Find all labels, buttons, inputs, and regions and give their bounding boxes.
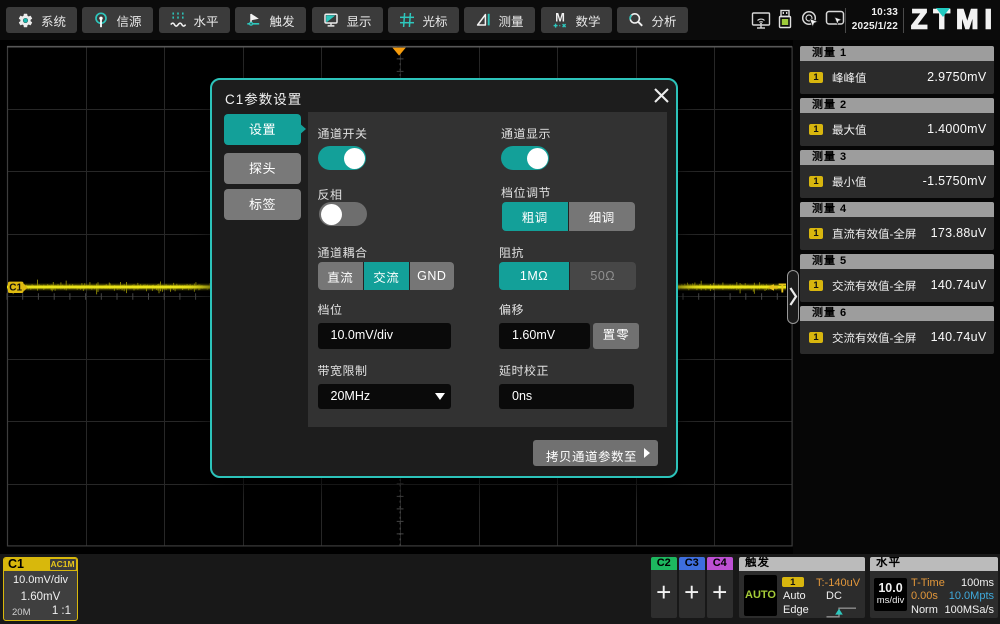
svg-text:M: M <box>556 13 566 25</box>
svg-text:C1: C1 <box>9 283 22 294</box>
svg-text:T: T <box>779 281 787 295</box>
